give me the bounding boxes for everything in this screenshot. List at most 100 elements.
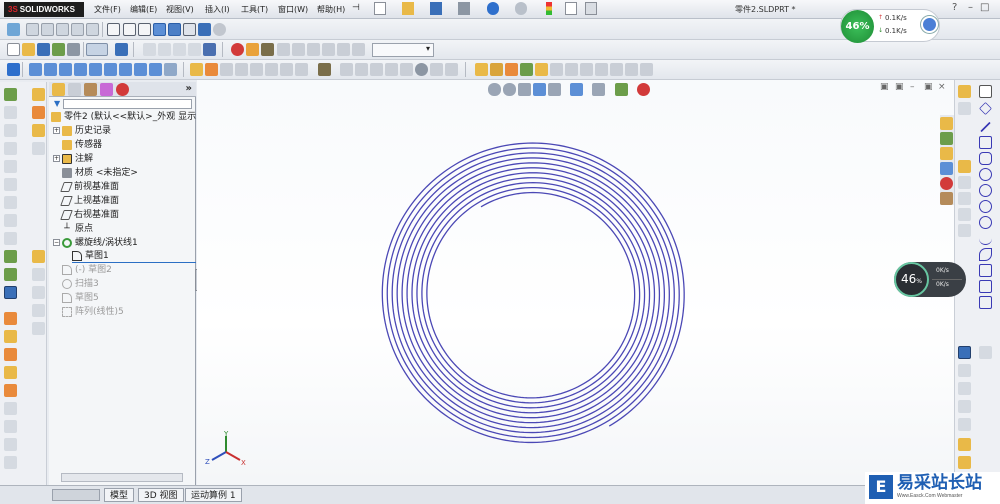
tree-item-front-plane[interactable]: 前视基准面 [60,180,119,194]
options-icon[interactable] [585,2,597,15]
new-icon[interactable] [7,43,20,56]
sketch-grid-icon[interactable] [158,43,171,56]
menu-window[interactable]: 窗口(W) [278,3,308,16]
cmd-repair-icon[interactable] [32,286,45,299]
cmd-weldment-icon[interactable] [4,312,17,325]
rib-icon[interactable] [295,63,308,76]
menu-insert[interactable]: 插入(I) [205,3,230,16]
tree-item-top-plane[interactable]: 上视基准面 [60,194,119,208]
cmd-relations-icon[interactable] [32,268,45,281]
arc-icon[interactable] [979,200,992,213]
copy-entities-icon[interactable] [958,418,971,431]
tree-item-origin[interactable]: ┴ 原点 [62,222,93,236]
tab-scroll-buttons[interactable] [52,489,100,501]
chart-icon[interactable] [203,43,216,56]
cmd-dimension-icon[interactable] [32,250,45,263]
cmd-extrude-boss-icon[interactable] [4,88,17,101]
cmd-mirror-icon[interactable] [4,232,17,245]
zoom-fit-icon[interactable] [26,23,39,36]
solidworks-logo[interactable]: 3S SOLIDWORKS [4,2,84,17]
cmd-gusset-icon[interactable] [4,366,17,379]
design-library-tab-icon[interactable] [940,132,953,145]
configuration-manager-tab-icon[interactable] [84,83,97,96]
extrude-icon[interactable] [190,63,203,76]
zoom-area-icon[interactable] [41,23,54,36]
cmd-shell-icon[interactable] [4,178,17,191]
parting-line-icon[interactable] [640,63,653,76]
normal-to-icon[interactable] [164,63,177,76]
expand-icon[interactable]: + [53,127,60,134]
line-tool-icon[interactable] [958,102,971,115]
feature-filter-input[interactable] [63,99,192,109]
ellipse-icon[interactable] [979,248,992,261]
sketch-picture-icon[interactable] [505,63,518,76]
tree-item-linear-pattern5[interactable]: 阵列(线性)5 [62,305,124,319]
cmd-helix-icon[interactable] [4,250,17,263]
sweep-tool-icon[interactable] [220,63,233,76]
minimize-icon[interactable]: – [968,2,973,13]
left-view-icon[interactable] [59,63,72,76]
hole-icon[interactable] [415,63,428,76]
property-manager-tab-icon[interactable] [68,83,81,96]
render-icon[interactable] [337,43,350,56]
cmd-cut-list-icon[interactable] [4,420,17,433]
cmd-structural-member-icon[interactable] [4,330,17,343]
tree-item-annotations[interactable]: + 注解 [53,152,93,166]
collapse-icon[interactable]: − [53,239,60,246]
sketch-chamfer-icon[interactable] [958,192,971,205]
expand-icon[interactable]: + [53,155,60,162]
mass-properties-icon[interactable] [550,63,563,76]
selected-sketch-tool-icon[interactable] [958,346,971,359]
wireframe-icon[interactable] [107,23,120,36]
tree-item-sweep3[interactable]: 扫描3 [62,277,99,291]
spiral-curve[interactable] [381,142,685,444]
menu-tools[interactable]: 工具(T) [241,3,268,16]
pan-icon[interactable] [71,23,84,36]
perimeter-circle-icon[interactable] [979,184,992,197]
cmd-pattern-icon[interactable] [4,214,17,227]
expand-panel-icon[interactable]: » [186,83,192,94]
tab-3d-view[interactable]: 3D 视图 [138,488,184,502]
line-icon[interactable] [980,121,991,133]
tree-item-sketch5[interactable]: 草图5 [62,291,99,305]
section-view-icon[interactable] [183,23,196,36]
appearance-icon[interactable] [213,23,226,36]
front-view-icon[interactable] [29,63,42,76]
sketch-fillet-icon[interactable] [958,176,971,189]
cmd-curve-icon[interactable] [4,268,17,281]
dimxpert-tab-icon[interactable] [100,83,113,96]
spiral-sketch[interactable] [197,80,954,485]
view-palette-tab-icon[interactable] [940,162,953,175]
cmd-sketch-icon[interactable] [32,88,45,101]
quick-snaps-icon[interactable] [958,456,971,469]
hidden-lines-removed-icon[interactable] [138,23,151,36]
check-icon[interactable] [580,63,593,76]
top-view-icon[interactable] [89,63,102,76]
instant3d-icon[interactable] [355,63,368,76]
print-icon[interactable] [458,2,470,15]
evaluate-icon[interactable] [520,63,533,76]
rotate-view-icon[interactable] [56,23,69,36]
reference-geometry-icon[interactable] [318,63,331,76]
mirror-entities-icon[interactable] [979,346,992,359]
convert-entities-icon[interactable] [958,224,971,237]
pin-icon[interactable]: ⊣ [352,3,360,13]
parabola-icon[interactable] [979,264,992,277]
mirror-icon[interactable] [370,63,383,76]
measure-icon[interactable] [535,63,548,76]
display-relations-icon[interactable] [958,438,971,451]
camera-icon[interactable] [322,43,335,56]
isometric-view-icon[interactable] [119,63,132,76]
cmd-more-icon[interactable] [4,456,17,469]
new-document-icon[interactable] [374,2,386,15]
cmd-end-cap-icon[interactable] [4,384,17,397]
cmd-cut-icon[interactable] [4,124,17,137]
axis-icon[interactable] [7,63,20,76]
section-properties-icon[interactable] [565,63,578,76]
undo-icon[interactable] [487,2,499,15]
spline-icon[interactable] [979,232,992,245]
move-entities-icon[interactable] [958,364,971,377]
loft-icon[interactable] [235,63,248,76]
3d-sketch-icon[interactable] [490,63,503,76]
tree-item-helix[interactable]: − 螺旋线/涡状线1 [53,236,138,250]
